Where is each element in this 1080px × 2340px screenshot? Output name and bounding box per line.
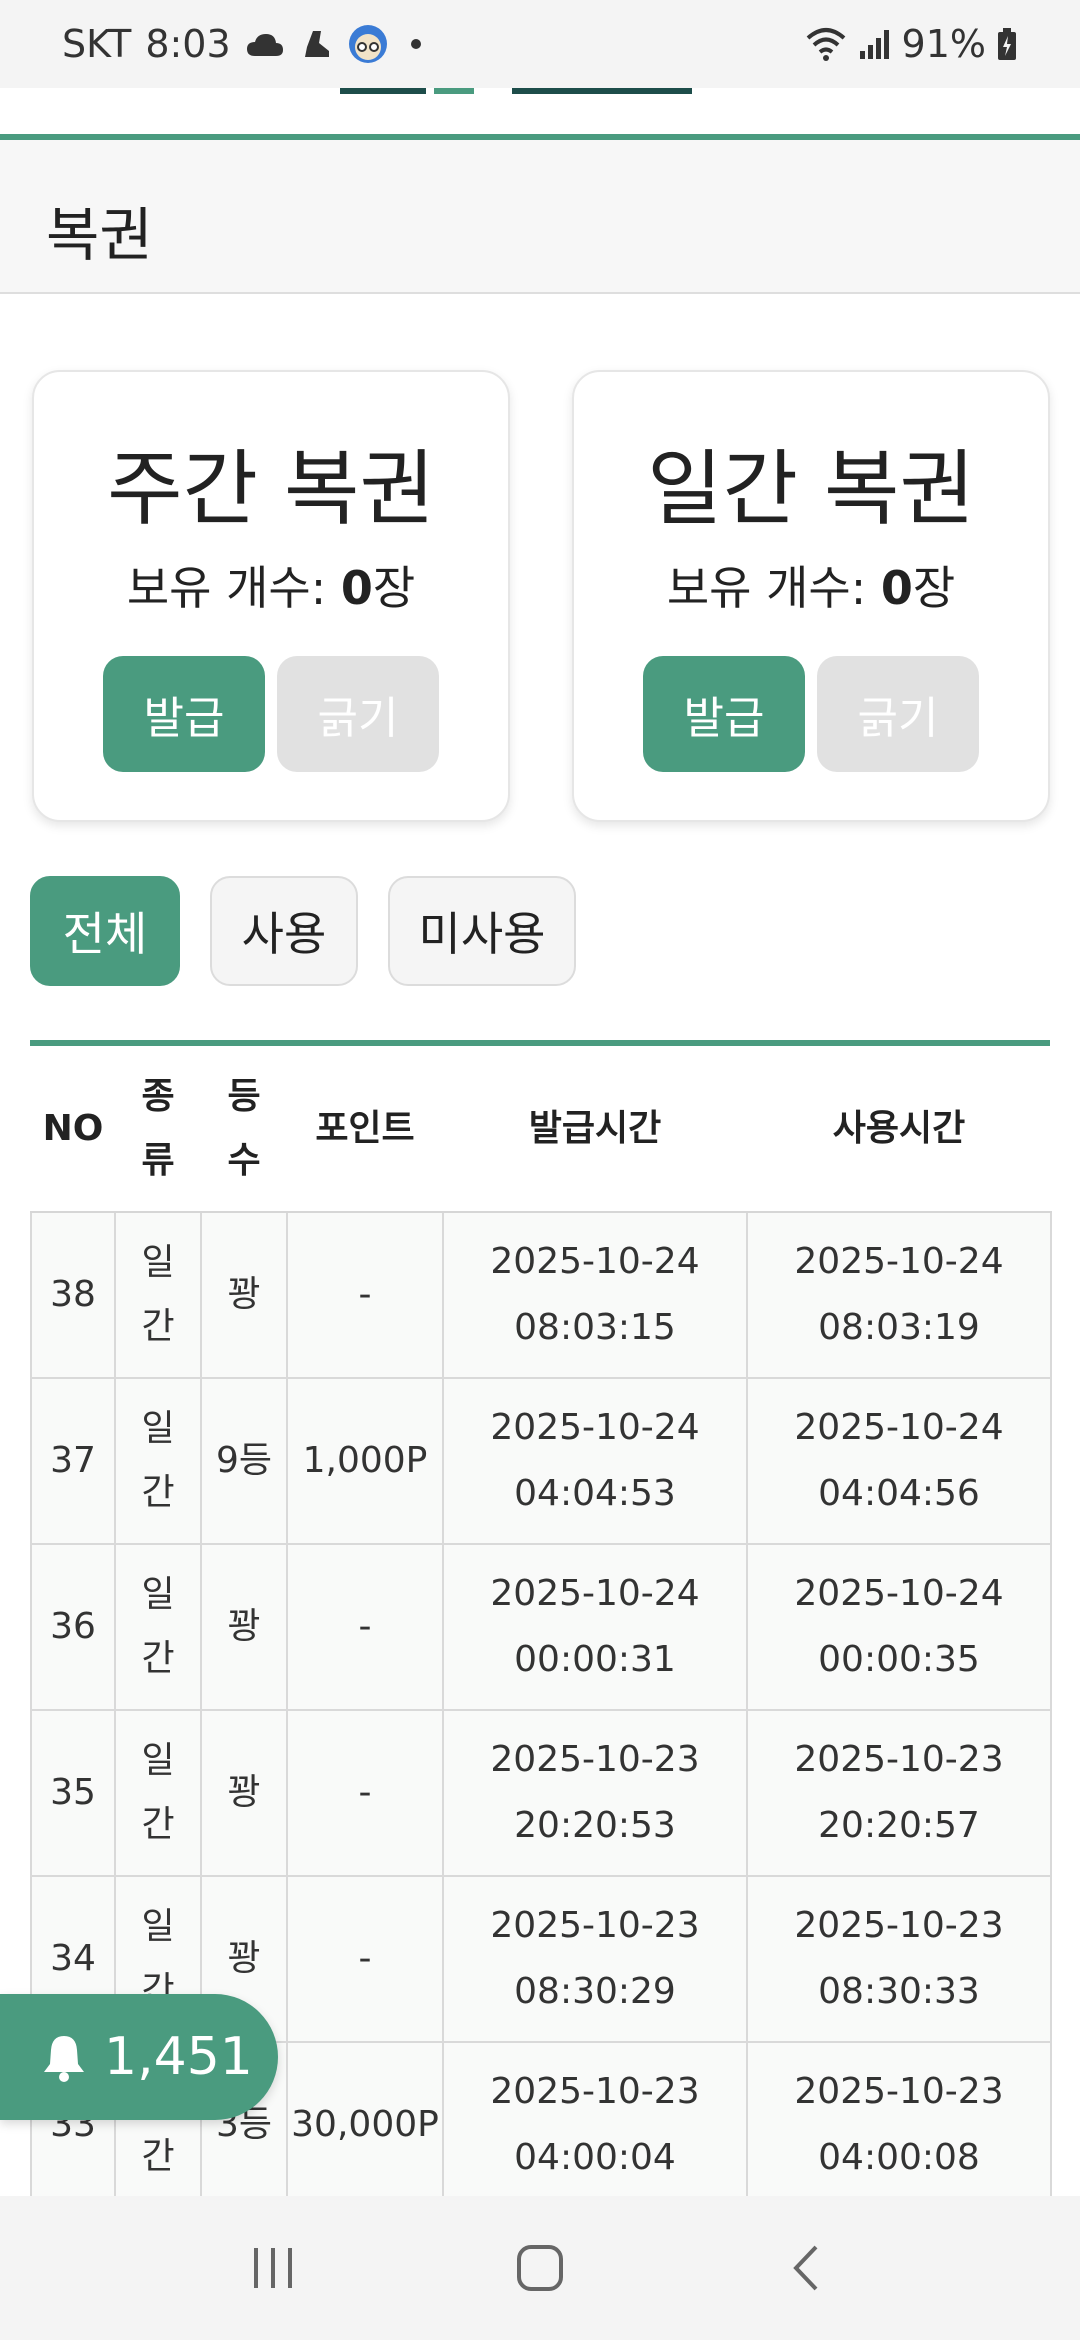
daily-scratch-button[interactable]: 긁기 bbox=[817, 656, 979, 772]
table-row: 35 일간 꽝 -2025-10-23 20:20:53 2025-10-23 20:2… bbox=[30, 1709, 1052, 1877]
holding-count-label: 보유 개수: bbox=[666, 561, 881, 615]
wifi-icon bbox=[804, 26, 848, 62]
cloud-icon bbox=[245, 30, 285, 58]
cell-type: 일간 bbox=[114, 1543, 202, 1711]
carrier-label: SKT bbox=[62, 22, 132, 66]
cell-points: - bbox=[286, 1875, 444, 2043]
table-row: 36 일간 꽝 -2025-10-24 00:00:31 2025-10-24 00:0… bbox=[30, 1543, 1052, 1711]
cell-no: 38 bbox=[30, 1211, 116, 1379]
bell-icon bbox=[42, 2032, 86, 2082]
holding-count-unit: 장 bbox=[372, 561, 416, 615]
holding-count-value: 0 bbox=[880, 561, 913, 615]
table-row: 38 일간 꽝 -2025-10-24 08:03:15 2025-10-24 08:0… bbox=[30, 1211, 1052, 1379]
filter-all-button[interactable]: 전체 bbox=[30, 876, 180, 986]
clock-label: 8:03 bbox=[145, 22, 231, 66]
table-header-row: NO 종류 등수 포인트 발급시간 사용시간 bbox=[31, 1046, 1051, 1213]
cell-issued-time: 2025-10-24 00:00:31 bbox=[442, 1543, 748, 1711]
back-icon[interactable] bbox=[767, 2228, 847, 2308]
cell-type: 일간 bbox=[114, 1377, 202, 1545]
table-row: 37 일간 9등 1,000P 2025-10-24 04:04:53 2025-10-2… bbox=[30, 1377, 1052, 1545]
cell-no: 36 bbox=[30, 1543, 116, 1711]
page-title-bar: 복권 bbox=[0, 140, 1080, 294]
cell-used-time: 2025-10-23 20:20:57 bbox=[746, 1709, 1052, 1877]
cell-issued-time: 2025-10-24 08:03:15 bbox=[442, 1211, 748, 1379]
cell-rank: 꽝 bbox=[200, 1709, 288, 1877]
notification-count: 1,451 bbox=[104, 2027, 253, 2087]
column-header-no: NO bbox=[31, 1046, 115, 1213]
cell-used-time: 2025-10-24 00:00:35 bbox=[746, 1543, 1052, 1711]
filter-unused-button[interactable]: 미사용 bbox=[388, 876, 576, 986]
weekly-issue-button[interactable]: 발급 bbox=[103, 656, 265, 772]
status-left: SKT 8:03 bbox=[62, 22, 421, 66]
cell-points: - bbox=[286, 1709, 444, 1877]
weekly-scratch-button[interactable]: 긁기 bbox=[277, 656, 439, 772]
cell-used-time: 2025-10-23 08:30:33 bbox=[746, 1875, 1052, 2043]
cell-used-time: 2025-10-23 04:00:08 bbox=[746, 2041, 1052, 2209]
cell-issued-time: 2025-10-23 20:20:53 bbox=[442, 1709, 748, 1877]
status-right: 91% bbox=[804, 22, 1018, 66]
status-bar: SKT 8:03 91% bbox=[0, 0, 1080, 88]
cell-rank: 꽝 bbox=[200, 1211, 288, 1379]
column-header-points: 포인트 bbox=[287, 1046, 443, 1213]
column-header-type: 종류 bbox=[115, 1046, 201, 1213]
weekly-lottery-card: 주간 복권 보유 개수: 0장 발급 긁기 bbox=[32, 370, 510, 822]
cell-points: 30,000P bbox=[286, 2041, 444, 2209]
notification-button[interactable]: 1,451 bbox=[0, 1994, 278, 2120]
app-avatar-icon bbox=[347, 23, 389, 65]
filter-used-button[interactable]: 사용 bbox=[210, 876, 358, 986]
site-logo[interactable] bbox=[340, 88, 692, 96]
cell-used-time: 2025-10-24 08:03:19 bbox=[746, 1211, 1052, 1379]
battery-charging-icon bbox=[996, 27, 1018, 61]
recent-apps-icon[interactable] bbox=[233, 2228, 313, 2308]
page-title: 복권 bbox=[46, 201, 153, 269]
system-nav-bar bbox=[0, 2196, 1080, 2340]
holding-count: 보유 개수: 0장 bbox=[34, 552, 508, 618]
holding-count: 보유 개수: 0장 bbox=[574, 552, 1048, 618]
cell-no: 35 bbox=[30, 1709, 116, 1877]
card-title: 주간 복권 bbox=[107, 442, 435, 537]
cell-rank: 꽝 bbox=[200, 1543, 288, 1711]
holding-count-value: 0 bbox=[340, 561, 373, 615]
cell-type: 일간 bbox=[114, 1709, 202, 1877]
battery-label: 91% bbox=[901, 22, 986, 66]
cell-issued-time: 2025-10-24 04:04:53 bbox=[442, 1377, 748, 1545]
column-header-used-time: 사용시간 bbox=[747, 1046, 1051, 1213]
shoe-icon bbox=[299, 27, 333, 61]
column-header-rank: 등수 bbox=[201, 1046, 287, 1213]
cell-no: 37 bbox=[30, 1377, 116, 1545]
header bbox=[0, 88, 1080, 138]
cell-issued-time: 2025-10-23 08:30:29 bbox=[442, 1875, 748, 2043]
daily-issue-button[interactable]: 발급 bbox=[643, 656, 805, 772]
holding-count-unit: 장 bbox=[912, 561, 956, 615]
daily-lottery-card: 일간 복권 보유 개수: 0장 발급 긁기 bbox=[572, 370, 1050, 822]
holding-count-label: 보유 개수: bbox=[126, 561, 341, 615]
cell-used-time: 2025-10-24 04:04:56 bbox=[746, 1377, 1052, 1545]
cell-points: 1,000P bbox=[286, 1377, 444, 1545]
card-title: 일간 복권 bbox=[647, 442, 975, 537]
cell-rank: 9등 bbox=[200, 1377, 288, 1545]
filter-tabs: 전체 사용 미사용 bbox=[30, 876, 576, 986]
cell-points: - bbox=[286, 1211, 444, 1379]
notification-dot-icon bbox=[410, 39, 421, 49]
cell-points: - bbox=[286, 1543, 444, 1711]
home-icon[interactable] bbox=[500, 2228, 580, 2308]
signal-icon bbox=[858, 27, 892, 61]
cell-issued-time: 2025-10-23 04:00:04 bbox=[442, 2041, 748, 2209]
column-header-issued-time: 발급시간 bbox=[443, 1046, 747, 1213]
cell-type: 일간 bbox=[114, 1211, 202, 1379]
